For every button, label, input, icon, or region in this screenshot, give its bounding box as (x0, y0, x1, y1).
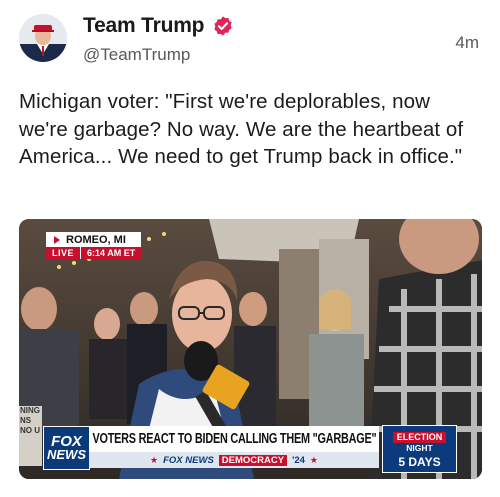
live-label: LIVE (46, 247, 81, 259)
location-label: ROMEO, MI (66, 233, 126, 246)
author-display-name[interactable]: Team Trump (83, 14, 205, 38)
ticker-brand: FOX NEWS (163, 454, 214, 466)
chyron-ticker: ★ FOX NEWS DEMOCRACY '24 ★ (89, 452, 379, 468)
location-banner: ROMEO, MI LIVE 6:14 AM ET (46, 232, 142, 259)
election-sublabel: NIGHT (406, 443, 433, 453)
election-countdown: ELECTION NIGHT 5 DAYS (382, 425, 457, 473)
election-label: ELECTION (392, 432, 447, 443)
fox-news-logo: FOX NEWS (43, 426, 90, 470)
author-name-row[interactable]: Team Trump (83, 14, 234, 38)
post-timestamp[interactable]: 4m (455, 33, 479, 53)
author-avatar[interactable] (19, 14, 67, 62)
broadcast-time: 6:14 AM ET (80, 247, 142, 259)
star-icon: ★ (309, 454, 318, 465)
post-media-image[interactable]: ROMEO, MI LIVE 6:14 AM ET NING NS NO U F… (19, 219, 482, 479)
verified-badge-icon (212, 15, 234, 37)
post: Team Trump @TeamTrump 4m Michigan voter:… (0, 0, 500, 497)
news-chyron: FOX NEWS VOTERS REACT TO BIDEN CALLING T… (19, 421, 482, 479)
post-text: Michigan voter: "First we're deplorables… (19, 90, 464, 168)
chyron-headline: VOTERS REACT TO BIDEN CALLING THEM "GARB… (89, 426, 379, 452)
logo-line-2: NEWS (47, 447, 86, 462)
play-triangle-icon (54, 235, 60, 244)
countdown-days: 5 DAYS (398, 455, 441, 469)
author-handle[interactable]: @TeamTrump (83, 45, 190, 65)
ticker-year: '24 (292, 454, 305, 466)
star-icon: ★ (150, 454, 159, 465)
ticker-pill: DEMOCRACY (218, 454, 288, 466)
